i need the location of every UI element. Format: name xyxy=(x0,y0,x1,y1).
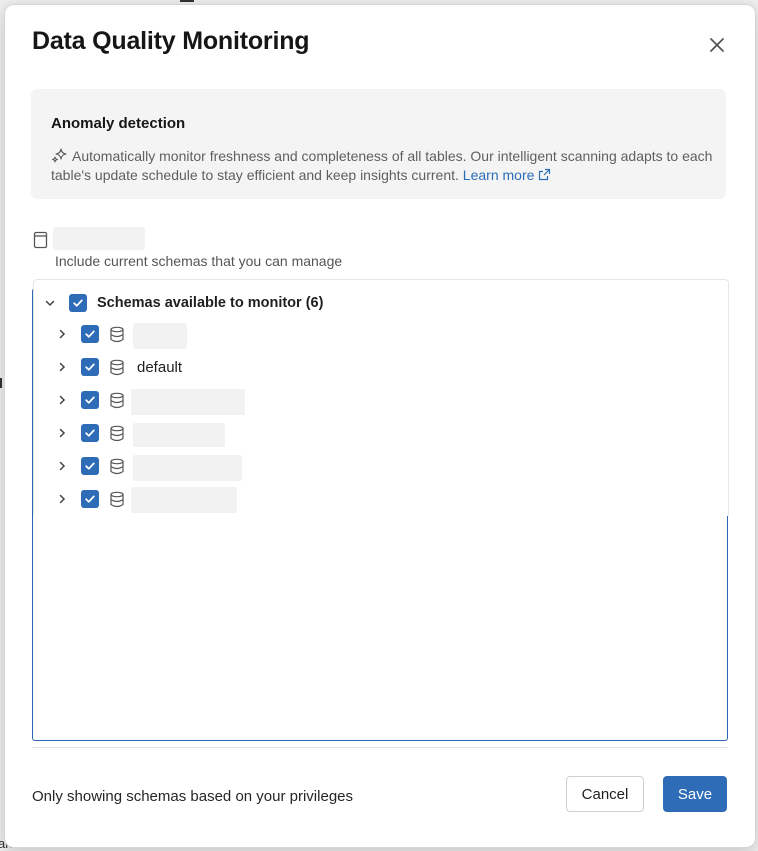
database-icon xyxy=(109,392,125,409)
schema-row[interactable]: default xyxy=(55,354,182,380)
schema-name-redacted xyxy=(131,389,245,415)
schema-row[interactable] xyxy=(55,420,137,446)
sparkle-icon xyxy=(51,147,68,164)
schema-row[interactable] xyxy=(55,486,137,512)
database-icon xyxy=(109,359,125,376)
tree-divider xyxy=(32,747,728,748)
privileges-note: Only showing schemas based on your privi… xyxy=(32,788,353,805)
schema-name-redacted xyxy=(131,487,237,513)
schema-checkbox[interactable] xyxy=(81,391,99,409)
schema-checkbox[interactable] xyxy=(81,325,99,343)
data-quality-monitoring-dialog: Data Quality Monitoring Anomaly detectio… xyxy=(4,4,756,848)
chevron-right-icon[interactable] xyxy=(55,426,69,440)
dialog-title: Data Quality Monitoring xyxy=(32,27,310,55)
database-icon xyxy=(109,326,125,343)
chevron-right-icon[interactable] xyxy=(55,492,69,506)
schema-name-redacted xyxy=(133,455,242,481)
schema-checkbox[interactable] xyxy=(81,358,99,376)
learn-more-link[interactable]: Learn more xyxy=(463,167,552,183)
chevron-right-icon[interactable] xyxy=(55,327,69,341)
schema-checkbox[interactable] xyxy=(81,490,99,508)
background-mark xyxy=(0,378,2,388)
background-mark xyxy=(180,0,194,2)
schema-name-redacted xyxy=(133,323,187,349)
anomaly-detection-panel: Anomaly detection Automatically monitor … xyxy=(31,89,726,199)
tree-root-label: Schemas available to monitor (6) xyxy=(97,295,324,311)
tree-root-row: Schemas available to monitor (6) xyxy=(43,290,323,316)
catalog-name-redacted xyxy=(53,227,145,250)
schema-checkbox[interactable] xyxy=(81,457,99,475)
chevron-right-icon[interactable] xyxy=(55,393,69,407)
save-button[interactable]: Save xyxy=(663,776,727,812)
panel-description: Automatically monitor freshness and comp… xyxy=(51,147,715,185)
chevron-right-icon[interactable] xyxy=(55,459,69,473)
database-icon xyxy=(109,425,125,442)
chevron-down-icon[interactable] xyxy=(43,296,57,310)
database-icon xyxy=(109,458,125,475)
schema-row[interactable] xyxy=(55,387,137,413)
schema-name-redacted xyxy=(133,423,225,447)
schema-row[interactable] xyxy=(55,321,137,347)
schema-row[interactable] xyxy=(55,453,137,479)
close-icon[interactable] xyxy=(705,33,729,57)
panel-body-text: Automatically monitor freshness and comp… xyxy=(51,148,713,183)
select-all-checkbox[interactable] xyxy=(69,294,87,312)
schema-name: default xyxy=(137,358,183,376)
external-link-icon xyxy=(538,167,551,181)
database-icon xyxy=(109,491,125,508)
chevron-right-icon[interactable] xyxy=(55,360,69,374)
catalog-icon xyxy=(33,231,49,249)
panel-heading: Anomaly detection xyxy=(51,115,186,132)
schema-checkbox[interactable] xyxy=(81,424,99,442)
catalog-subtext: Include current schemas that you can man… xyxy=(55,253,343,269)
cancel-button[interactable]: Cancel xyxy=(566,776,644,812)
